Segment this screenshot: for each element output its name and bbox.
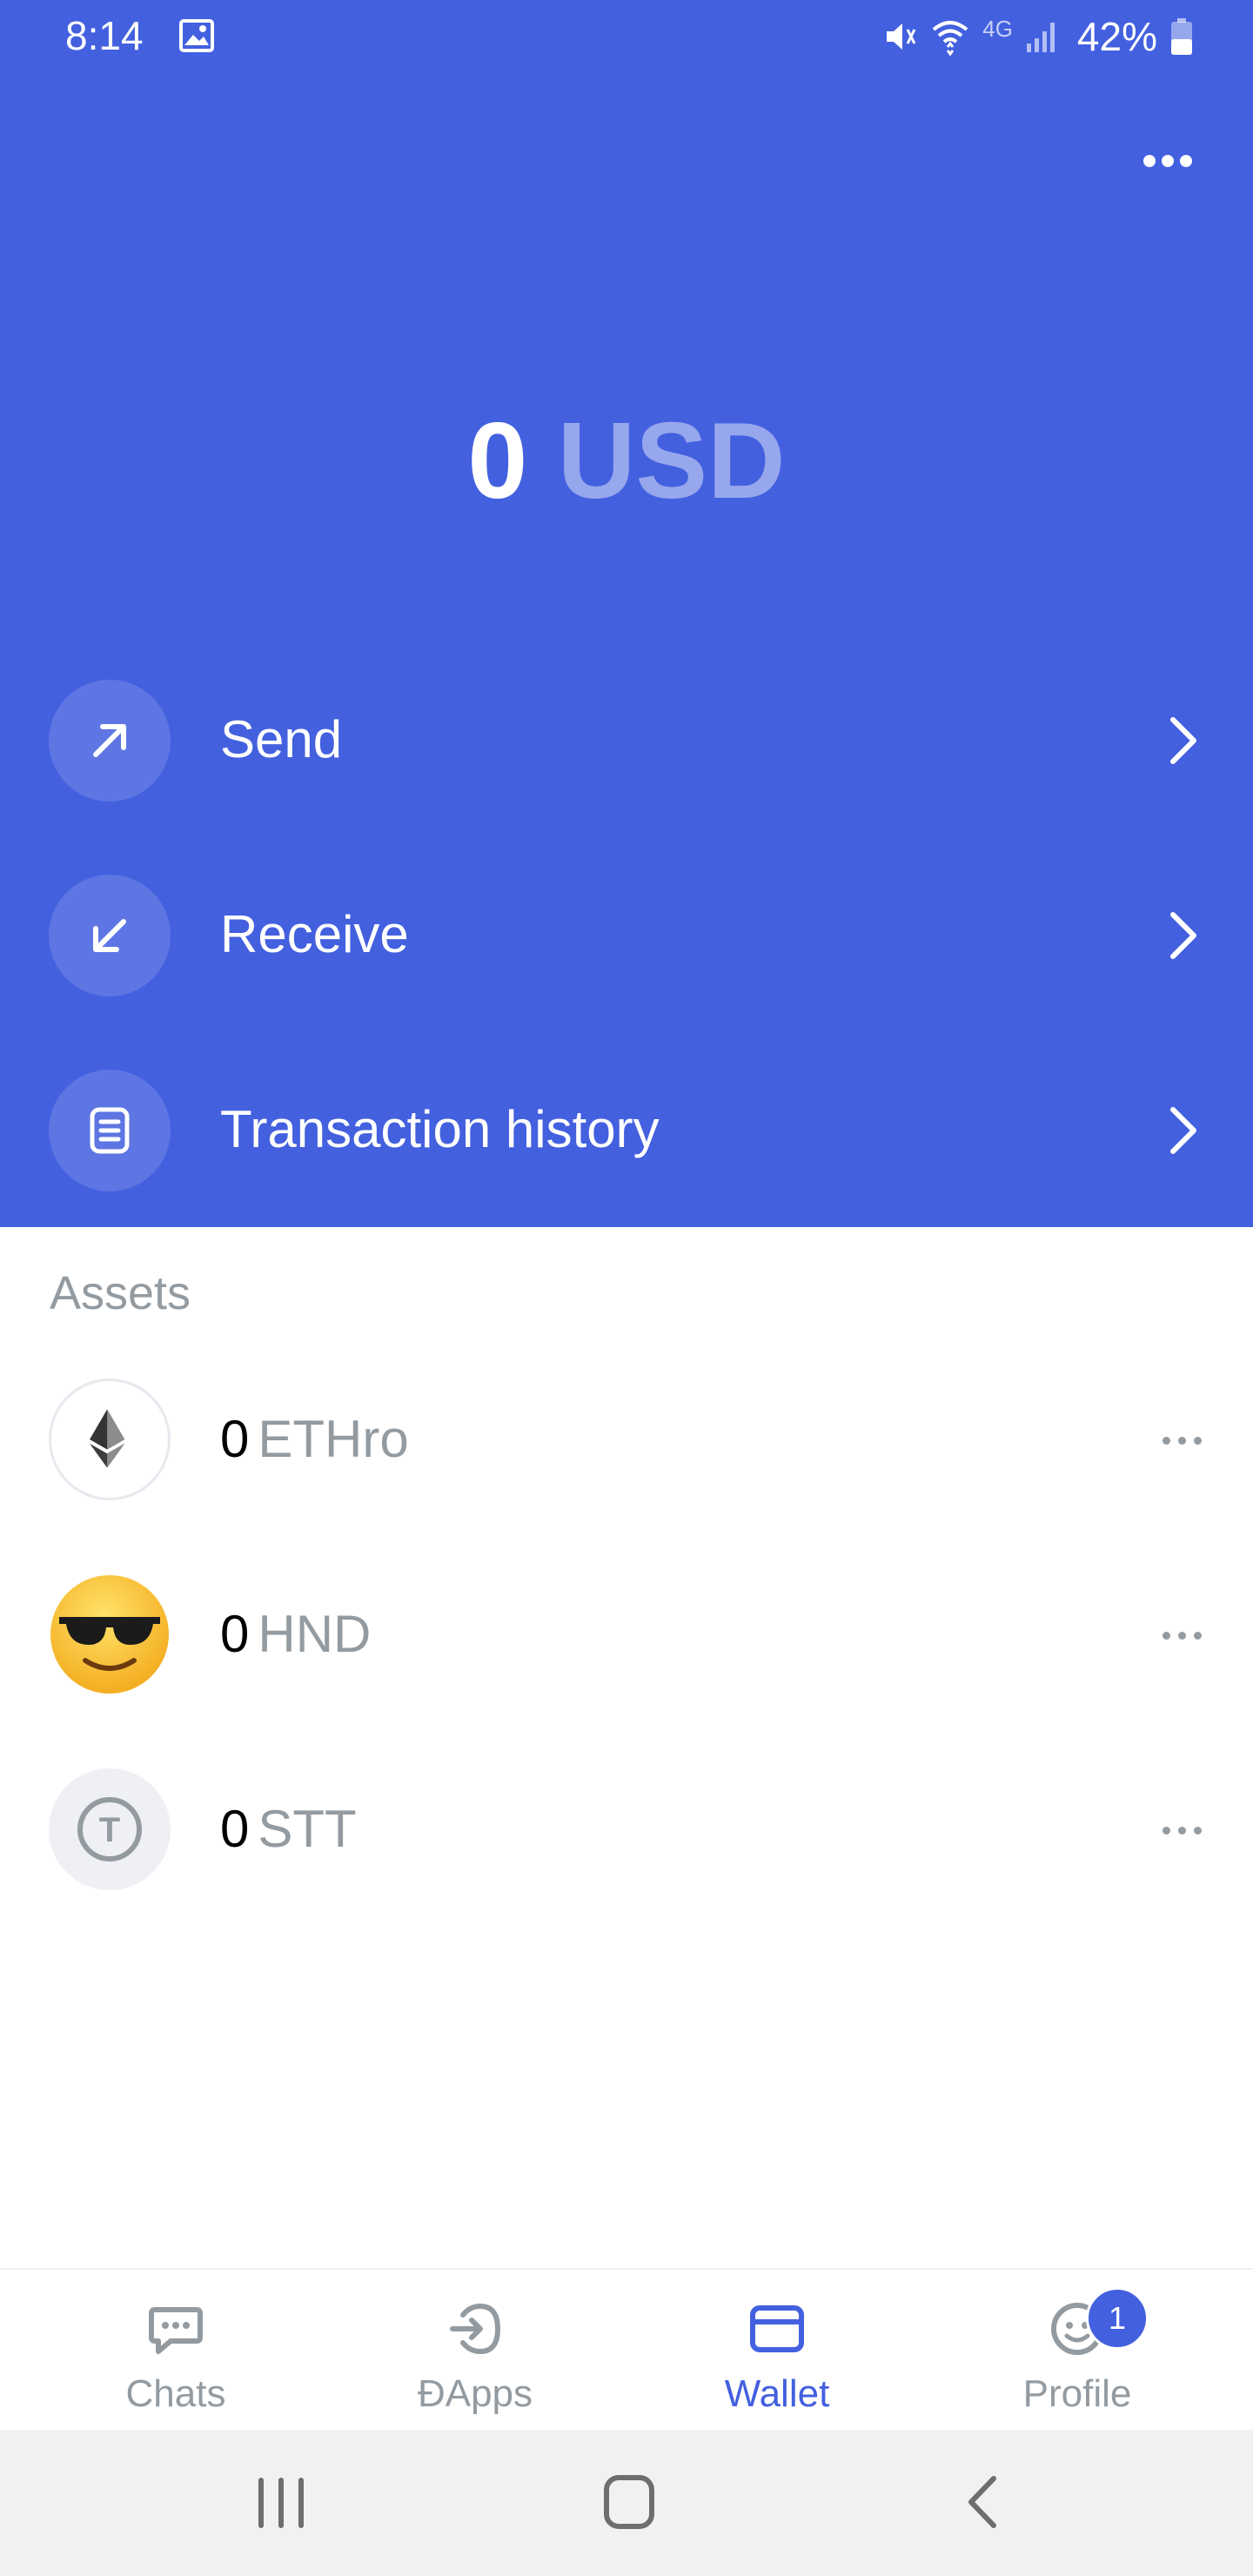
asset-balance: 0 STT: [220, 1799, 357, 1860]
transaction-history-row[interactable]: Transaction history: [0, 1064, 1253, 1195]
tab-wallet[interactable]: Wallet: [647, 2270, 908, 2432]
battery-icon: [1171, 18, 1192, 55]
balance-currency: USD: [557, 401, 786, 521]
battery-percent: 42%: [1076, 14, 1157, 59]
tab-chats[interactable]: Chats: [45, 2270, 306, 2432]
chevron-right-icon: [1170, 1107, 1196, 1154]
arrow-down-left-icon: [93, 919, 126, 952]
sunglasses-emoji-icon: [49, 1573, 171, 1695]
document-list-icon: [90, 1107, 130, 1154]
receive-label: Receive: [220, 905, 409, 963]
chevron-right-icon: [1170, 912, 1196, 959]
tab-label: ÐApps: [417, 2372, 533, 2415]
asset-balance: 0 HND: [220, 1604, 371, 1665]
tab-label: Chats: [125, 2372, 226, 2415]
receive-row[interactable]: Receive: [0, 869, 1253, 1000]
asset-symbol: ETHro: [258, 1410, 409, 1468]
chat-icon: [149, 2307, 203, 2354]
back-icon[interactable]: [962, 2473, 1001, 2531]
asset-row-hnd[interactable]: 0 HND: [0, 1569, 1253, 1700]
history-icon-circle: [49, 1070, 171, 1191]
wallet-icon: [750, 2305, 804, 2352]
tab-label: Profile: [1022, 2372, 1132, 2415]
asset-amount: 0: [220, 1410, 250, 1468]
status-token-letter: T: [99, 1811, 120, 1849]
wallet-menu-button[interactable]: [1131, 139, 1204, 183]
bottom-tab-bar: Chats ÐApps Wallet Profile: [0, 2268, 1253, 2432]
home-icon[interactable]: [602, 2473, 656, 2531]
profile-notification-badge: 1: [1086, 2287, 1149, 2350]
asset-more-button[interactable]: [1161, 1632, 1204, 1642]
status-token-icon: T: [49, 1768, 171, 1890]
asset-amount: 0: [220, 1800, 250, 1858]
tab-dapps[interactable]: ÐApps: [345, 2270, 606, 2432]
chevron-right-icon: [1170, 717, 1196, 764]
system-navigation-bar: [0, 2430, 1253, 2576]
dapps-icon: [450, 2303, 501, 2355]
more-dot-icon: [1143, 155, 1156, 167]
tab-label: Wallet: [724, 2372, 830, 2415]
arrow-up-right-icon: [93, 724, 126, 757]
asset-amount: 0: [220, 1605, 250, 1663]
tab-profile[interactable]: Profile: [947, 2270, 1208, 2432]
signal-icon: [1026, 23, 1055, 52]
recent-apps-icon[interactable]: [254, 2475, 308, 2531]
asset-more-button[interactable]: [1161, 1827, 1204, 1837]
asset-symbol: STT: [258, 1800, 357, 1858]
asset-balance: 0 ETHro: [220, 1409, 409, 1470]
asset-row-ethro[interactable]: 0 ETHro: [0, 1374, 1253, 1505]
send-icon-circle: [49, 680, 171, 802]
ethereum-icon: [49, 1379, 171, 1500]
network-type-label: 4G: [982, 16, 1013, 42]
transaction-history-label: Transaction history: [220, 1100, 660, 1158]
gallery-notification-icon: [179, 19, 214, 52]
asset-more-button[interactable]: [1161, 1437, 1204, 1447]
wallet-header: [0, 0, 1253, 1227]
receive-icon-circle: [49, 875, 171, 996]
more-dot-icon: [1180, 155, 1192, 167]
total-balance: 0 USD: [0, 392, 1253, 531]
status-icons: 4G 42%: [880, 10, 1194, 63]
asset-row-stt[interactable]: T 0 STT: [0, 1764, 1253, 1895]
more-dot-icon: [1162, 155, 1174, 167]
assets-heading: Assets: [50, 1267, 191, 1319]
asset-symbol: HND: [258, 1605, 372, 1663]
mute-vibrate-icon: [887, 23, 916, 50]
wifi-icon: [932, 21, 968, 56]
status-bar: 8:14 4G 42%: [0, 0, 1253, 75]
balance-amount: 0: [467, 401, 528, 521]
status-time: 8:14: [65, 13, 144, 58]
send-label: Send: [220, 710, 343, 768]
send-row[interactable]: Send: [0, 674, 1253, 805]
